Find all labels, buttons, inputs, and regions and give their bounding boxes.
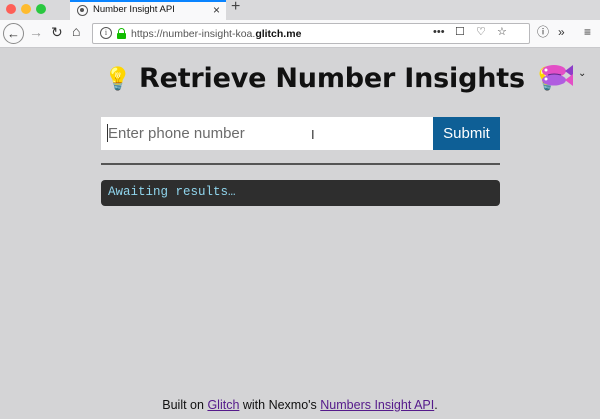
footer-prefix: Built on [162,398,208,412]
submit-button[interactable]: Submit [433,117,500,150]
browser-tab[interactable]: Number Insight API × [70,0,226,20]
window-minimize-button[interactable] [21,4,31,14]
overflow-chevron-icon[interactable]: » [558,26,565,38]
account-icon[interactable]: ⓘ [537,26,549,38]
numbers-insight-api-link[interactable]: Numbers Insight API [320,398,434,412]
page-title: Retrieve Number Insights [139,63,525,94]
hamburger-menu-icon[interactable]: ≡ [584,26,591,38]
info-icon[interactable]: i [100,27,112,39]
glitch-link[interactable]: Glitch [207,398,239,412]
bookmark-star-icon[interactable]: ☆ [497,27,507,38]
text-caret [107,124,108,142]
home-button[interactable]: ⌂ [72,24,80,38]
reload-button[interactable]: ↻ [51,25,63,39]
tab-title: Number Insight API [93,4,175,15]
phone-number-input[interactable] [101,117,433,150]
forward-button[interactable]: → [29,25,43,39]
footer-suffix: . [434,398,438,412]
chevron-down-icon[interactable]: ⌄ [578,68,586,79]
page-actions-icon[interactable]: ••• [433,27,445,38]
results-panel: Awaiting results… [101,180,500,206]
footer: Built on Glitch with Nexmo's Numbers Ins… [0,398,600,412]
divider [101,163,500,165]
window-close-button[interactable] [6,4,16,14]
navigation-bar: ← → ↻ ⌂ i https://number-insight-koa.gli… [0,20,600,48]
window-zoom-button[interactable] [36,4,46,14]
tab-close-icon[interactable]: × [213,3,220,17]
tab-bar: Number Insight API × + [0,0,600,20]
back-button[interactable]: ← [3,23,24,44]
pocket-icon[interactable]: ♡ [476,27,486,38]
url-prefix: https://number-insight-koa. [131,28,256,40]
footer-middle: with Nexmo's [239,398,321,412]
new-tab-button[interactable]: + [231,0,240,16]
url-bar[interactable]: i https://number-insight-koa.glitch.me •… [92,23,530,44]
url-domain: glitch.me [255,28,302,40]
glitch-fish-logo-icon[interactable] [536,62,574,88]
favicon-icon [77,5,88,16]
lightbulb-icon: 💡 [104,65,132,91]
text-cursor-icon: I [311,127,315,142]
page-title-row: 💡 Retrieve Number Insights 💡 [104,63,561,94]
reader-view-icon[interactable]: ☐ [455,27,465,38]
url-text[interactable]: https://number-insight-koa.glitch.me [131,28,301,40]
lock-icon [117,28,126,39]
results-text: Awaiting results… [108,185,236,199]
